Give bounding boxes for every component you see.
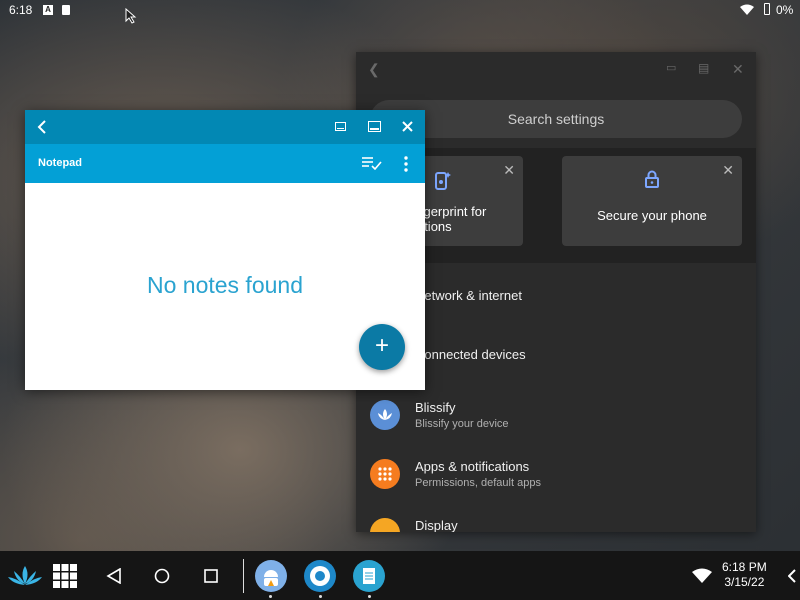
window-mode-icon[interactable]: ▭ [666, 61, 676, 74]
maximize-icon[interactable] [368, 121, 381, 132]
settings-item-apps[interactable]: Apps & notifications Permissions, defaul… [370, 451, 750, 501]
all-apps-icon[interactable] [53, 564, 77, 588]
chevron-left-icon[interactable] [788, 569, 796, 583]
item-subtitle: Permissions, default apps [415, 477, 541, 489]
notepad-appbar: Notepad [25, 144, 425, 183]
suggestion-label: Secure your phone [597, 208, 707, 223]
notepad-titlebar [25, 110, 425, 144]
settings-item-connected-devices[interactable]: Connected devices [370, 339, 750, 389]
settings-item-display[interactable]: Display [370, 510, 750, 532]
back-icon[interactable] [37, 120, 47, 134]
more-options-icon[interactable] [404, 156, 408, 172]
item-title: Connected devices [415, 347, 526, 362]
wifi-icon[interactable] [692, 568, 712, 584]
back-icon[interactable]: ❮ [368, 61, 380, 78]
suggestion-card-secure[interactable]: ✕ Secure your phone [562, 156, 742, 246]
search-settings-input[interactable]: Search settings [370, 100, 742, 138]
recents-nav-icon[interactable] [204, 569, 218, 583]
item-subtitle: Blissify your device [415, 418, 509, 430]
clock-date: 3/15/22 [724, 575, 765, 589]
lock-icon [645, 170, 659, 188]
notification-document-icon [62, 5, 70, 15]
running-indicator [319, 595, 322, 598]
dismiss-suggestion-icon[interactable]: ✕ [503, 162, 515, 179]
empty-state-message: No notes found [146, 272, 303, 298]
wifi-icon [740, 4, 754, 15]
dismiss-suggestion-icon[interactable]: ✕ [722, 162, 734, 179]
taskbar-clock[interactable]: 6:18 PM 3/15/22 [722, 560, 767, 590]
notepad-app-icon[interactable] [353, 560, 385, 592]
apps-grid-icon [370, 459, 400, 489]
lotus-icon [370, 400, 400, 430]
select-notes-icon[interactable] [362, 156, 382, 170]
settings-item-blissify[interactable]: Blissify Blissify your device [370, 392, 750, 442]
running-indicator [269, 595, 272, 598]
home-nav-icon[interactable] [154, 568, 170, 584]
status-time: 6:18 [9, 3, 33, 17]
mouse-cursor-icon [125, 8, 137, 24]
brightness-icon [370, 518, 400, 532]
notification-a-icon: A [43, 5, 53, 15]
settings-gear-icon[interactable] [304, 560, 336, 592]
notepad-window: Notepad No notes found + [25, 110, 425, 390]
status-bar: 6:18 A 0% [0, 0, 800, 20]
settings-item-network[interactable]: Network & internet [370, 280, 750, 330]
clock-time: 6:18 PM [722, 560, 767, 574]
settings-titlebar: ❮ ▭ ▤ ✕ [356, 52, 756, 86]
close-icon[interactable]: ✕ [732, 61, 744, 78]
running-indicator [368, 595, 371, 598]
item-title: Apps & notifications [415, 459, 530, 474]
battery-percent: 0% [776, 3, 794, 17]
item-title: Display [415, 518, 458, 532]
lotus-launcher-icon[interactable] [7, 564, 43, 588]
close-icon[interactable] [402, 121, 413, 132]
android-app-icon[interactable] [255, 560, 287, 592]
battery-icon [764, 3, 770, 15]
item-title: Network & internet [415, 288, 522, 303]
back-nav-icon[interactable] [106, 568, 122, 584]
add-note-button[interactable]: + [359, 324, 405, 370]
maximize-icon[interactable]: ▤ [698, 61, 709, 75]
taskbar-divider [243, 559, 244, 593]
window-mode-icon[interactable] [335, 122, 346, 131]
fingerprint-gesture-icon [435, 172, 451, 190]
app-title: Notepad [38, 157, 82, 169]
item-title: Blissify [415, 400, 456, 415]
taskbar: 6:18 PM 3/15/22 [0, 551, 800, 600]
